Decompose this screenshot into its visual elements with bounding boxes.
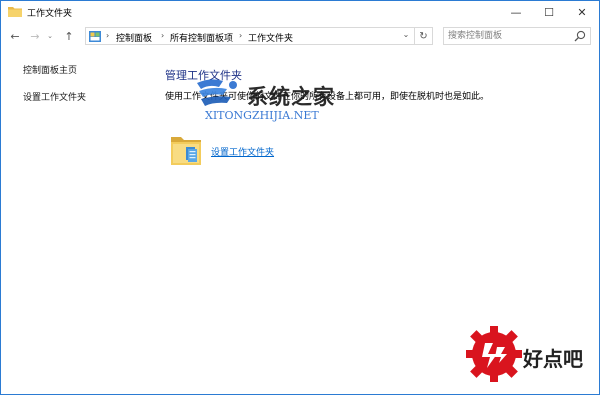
breadcrumb-all-items[interactable]: 所有控制面板项 [170, 31, 233, 44]
xitongzhijia-logo-icon [197, 79, 237, 106]
sidebar-item-setup-work-folders[interactable]: 设置工作文件夹 [23, 90, 86, 103]
address-bar[interactable]: › 控制面板 › 所有控制面板项 › 工作文件夹 ⌄ [85, 27, 415, 45]
watermark-url: XITONGZHIJIA.NET [205, 109, 319, 122]
watermark-haodianba: 好点吧 [463, 323, 600, 393]
sidebar-item-control-panel-home[interactable]: 控制面板主页 [23, 63, 77, 76]
work-folders-window: 工作文件夹 — ☐ ✕ ← → ⌄ ↑ › 控制面板 › 所有控制面板项 › 工… [0, 0, 600, 395]
up-button[interactable]: ↑ [61, 27, 77, 45]
back-button[interactable]: ← [7, 27, 23, 45]
breadcrumb-separator: › [106, 31, 110, 40]
maximize-button[interactable]: ☐ [534, 1, 564, 23]
breadcrumb-separator: › [161, 31, 165, 40]
control-panel-icon [89, 31, 101, 42]
work-folders-icon [171, 137, 201, 165]
watermark-title: 系统之家 [247, 85, 335, 109]
navigation-bar: ← → ⌄ ↑ › 控制面板 › 所有控制面板项 › 工作文件夹 ⌄ ↻ [1, 23, 599, 49]
left-pane: 控制面板主页 设置工作文件夹 [1, 49, 151, 394]
minimize-button[interactable]: — [501, 1, 531, 23]
watermark-text: 好点吧 [523, 347, 583, 371]
search-icon[interactable] [574, 30, 586, 42]
breadcrumb-control-panel[interactable]: 控制面板 [116, 31, 152, 44]
window-title: 工作文件夹 [27, 9, 73, 19]
close-button[interactable]: ✕ [567, 1, 597, 23]
forward-button[interactable]: → [27, 27, 43, 45]
address-dropdown-icon[interactable]: ⌄ [400, 30, 412, 42]
folder-icon [8, 7, 22, 17]
title-bar: 工作文件夹 — ☐ ✕ [1, 1, 599, 23]
setup-work-folders-link[interactable]: 设置工作文件夹 [211, 145, 274, 158]
watermark-xitongzhijia: 系统之家 XITONGZHIJIA.NET [193, 75, 393, 125]
recent-locations-button[interactable]: ⌄ [45, 27, 55, 45]
gear-logo-icon [466, 326, 522, 382]
breadcrumb-work-folders[interactable]: 工作文件夹 [248, 31, 293, 44]
search-box [443, 27, 591, 45]
breadcrumb-separator: › [239, 31, 243, 40]
refresh-button[interactable]: ↻ [415, 27, 433, 45]
search-input[interactable] [448, 29, 572, 43]
